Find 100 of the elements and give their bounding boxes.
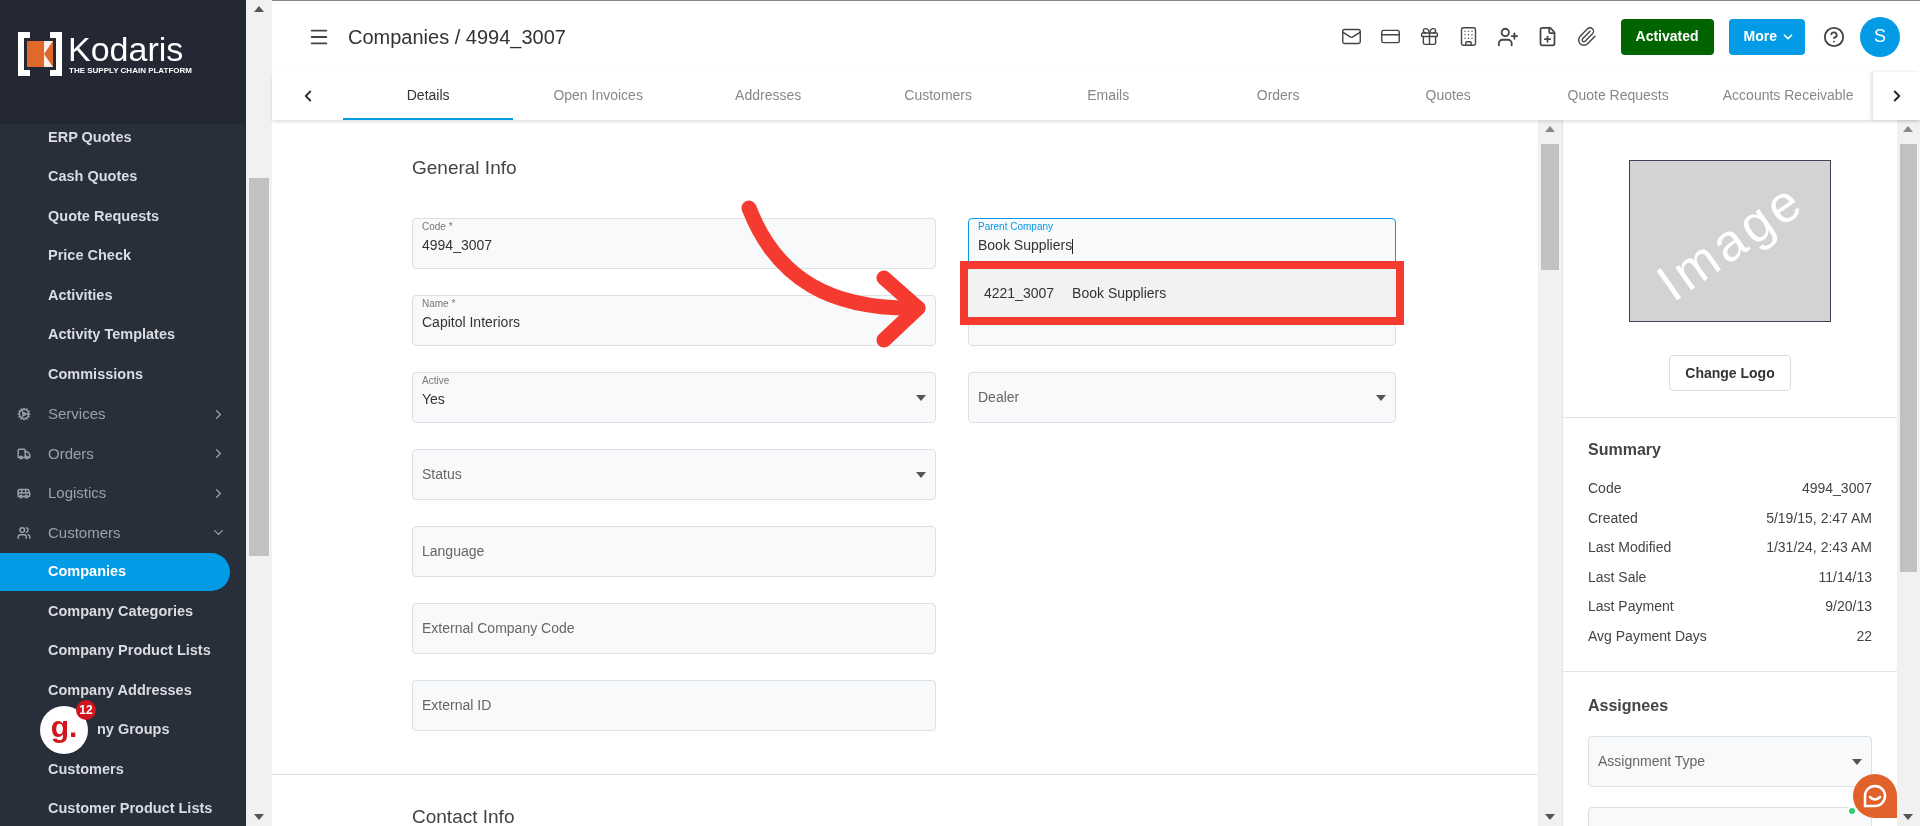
sidebar-item[interactable]: ERP Quotes (48, 127, 132, 148)
tab[interactable]: Quotes (1363, 72, 1534, 120)
sidebar-item[interactable]: Companies (0, 553, 230, 592)
truck-icon (17, 446, 31, 461)
tab[interactable]: Emails (1023, 72, 1194, 120)
caret-icon (1852, 758, 1862, 765)
field-value: 4994_3007 (422, 236, 493, 255)
tab[interactable]: Open Invoices (513, 72, 684, 120)
add-user-icon[interactable] (1496, 25, 1519, 48)
dropdown-option[interactable]: 4221_3007 Book Suppliers (968, 269, 1396, 317)
field-value: Capitol Interiors (422, 313, 521, 332)
more-button[interactable]: More (1728, 18, 1805, 55)
input-field[interactable]: Language (412, 526, 936, 577)
option-code: 4221_3007 (984, 283, 1055, 303)
input-field[interactable]: External Company Code (412, 603, 936, 654)
summary-value: 1/31/24, 2:43 AM (1766, 538, 1872, 558)
people-icon (17, 525, 31, 540)
logo-icon (18, 32, 62, 76)
sidebar-group[interactable]: Customers (0, 513, 246, 553)
mail-icon[interactable] (1340, 26, 1362, 47)
tab[interactable]: Orders (1193, 72, 1364, 120)
chat-bubble-icon (1862, 783, 1888, 809)
sidebar-group[interactable]: Logistics (0, 473, 246, 513)
summary-label: Created (1588, 508, 1638, 528)
tab[interactable]: Addresses (683, 72, 854, 120)
field-label: Name * (421, 298, 457, 310)
select-field[interactable]: Status (412, 449, 936, 500)
field-placeholder: External Company Code (422, 619, 575, 638)
sidebar-item[interactable]: Price Check (48, 246, 132, 267)
gears-icon (17, 407, 31, 422)
field-placeholder: Language (422, 542, 485, 561)
count-badge: 12 (76, 700, 96, 720)
panel-heading: Assignees (1588, 696, 1670, 716)
select-field[interactable]: Assignment Type (1588, 736, 1872, 787)
caret-icon (1376, 394, 1386, 401)
field-placeholder: Status (422, 465, 462, 484)
select-field[interactable]: Dealer (968, 372, 1396, 423)
logo-tagline: THE SUPPLY CHAIN PLATFORM (69, 66, 192, 76)
summary-value: 9/20/13 (1825, 597, 1872, 617)
caret-icon (916, 394, 926, 401)
summary-label: Last Sale (1588, 567, 1647, 587)
summary-label: Last Payment (1588, 597, 1674, 617)
group-label: Logistics (48, 483, 108, 503)
option-name: Book Suppliers (1072, 283, 1167, 303)
sidebar-item[interactable]: Cash Quotes (48, 167, 138, 188)
avatar[interactable]: S (1860, 16, 1900, 57)
input-field[interactable]: Name * Capitol Interiors (412, 295, 936, 346)
section-title: General Info (412, 156, 518, 180)
scrollbar[interactable] (246, 0, 272, 826)
section-title: Contact Info (411, 805, 516, 826)
field-label: Active (421, 375, 451, 387)
sidebar-item[interactable]: Company Categories (48, 601, 194, 622)
sidebar-item[interactable]: Company Addresses (48, 680, 192, 701)
tab[interactable]: Customers (853, 72, 1024, 120)
sidebar-item[interactable]: Customer Product Lists (48, 799, 213, 820)
sidebar-item[interactable]: Activities (48, 285, 113, 306)
sidebar-group[interactable]: Services (0, 394, 246, 434)
page-title: Companies / 4994_3007 (348, 24, 566, 51)
sidebar-item[interactable]: Quote Requests (48, 206, 160, 227)
field-value: Yes (422, 390, 445, 409)
logo-text: Kodaris (68, 32, 185, 66)
field-value: Book Suppliers (978, 236, 1074, 256)
tab[interactable]: Accounts Receivable (1703, 72, 1874, 120)
field-label: Code * (421, 221, 454, 233)
field-label: Parent Company (977, 221, 1055, 233)
activated-button[interactable]: Activated (1620, 18, 1714, 55)
sidebar-item[interactable]: Customers (48, 759, 124, 780)
summary-value: 22 (1856, 626, 1872, 646)
sidebar-item[interactable]: Company Product Lists (48, 641, 211, 662)
sidebar-item[interactable]: Activity Templates (48, 325, 176, 346)
scrollbar[interactable] (1897, 120, 1920, 826)
input-field[interactable]: External ID (412, 680, 936, 731)
summary-label: Last Modified (1588, 538, 1672, 558)
van-icon (17, 486, 31, 501)
tab[interactable]: Quote Requests (1533, 72, 1704, 120)
sidebar-group[interactable]: Orders (0, 434, 246, 474)
field-placeholder: Dealer (978, 388, 1020, 407)
gift-icon[interactable] (1418, 26, 1440, 47)
paperclip-icon[interactable] (1575, 26, 1597, 47)
sidebar-item[interactable]: Commissions (48, 364, 144, 385)
chat-widget[interactable] (1853, 774, 1897, 818)
group-label: Orders (48, 443, 95, 464)
tab[interactable]: Details (343, 72, 514, 120)
summary-value: 11/14/13 (1818, 567, 1872, 587)
summary-label: Avg Payment Days (1588, 626, 1707, 646)
help-icon[interactable] (1823, 25, 1845, 48)
group-label: Customers (48, 522, 122, 543)
field-placeholder: External ID (422, 696, 492, 715)
change-logo-button[interactable]: Change Logo (1669, 355, 1791, 391)
select-field[interactable]: Active Yes (412, 372, 936, 423)
summary-label: Code (1588, 479, 1622, 499)
caret-icon (916, 471, 926, 478)
scrollbar[interactable] (1538, 120, 1562, 826)
group-label: Services (48, 404, 107, 424)
input-field[interactable]: Code * 4994_3007 (412, 218, 936, 269)
field-placeholder: Assignment Type (1598, 752, 1706, 771)
summary-value: 5/19/15, 2:47 AM (1766, 508, 1872, 528)
panel-heading: Summary (1588, 440, 1662, 460)
summary-value: 4994_3007 (1801, 479, 1872, 499)
sidebar-item[interactable]: ny Groups (97, 720, 170, 741)
